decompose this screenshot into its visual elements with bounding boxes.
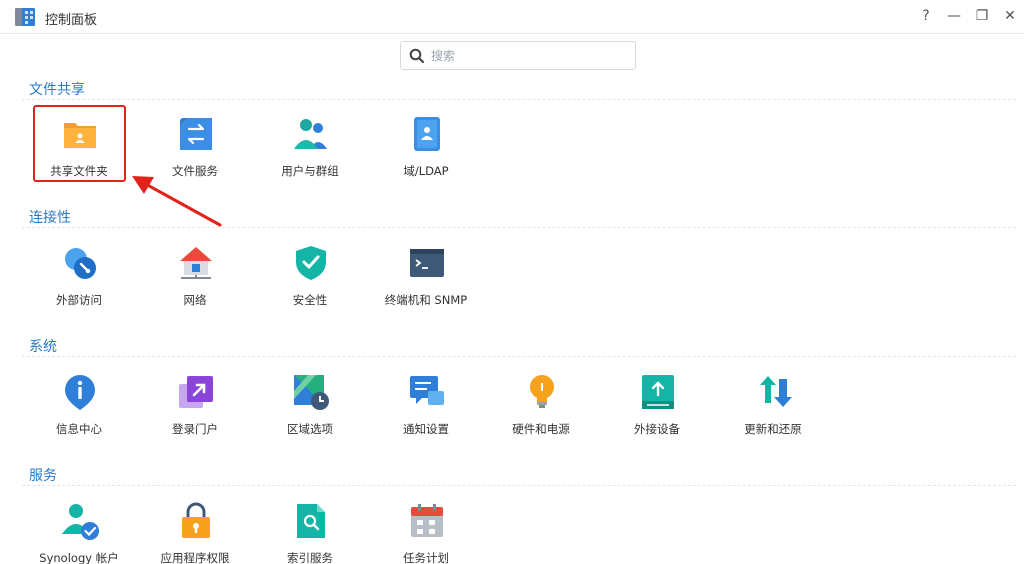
task-scheduler-icon xyxy=(411,504,443,537)
item-login-portal[interactable]: 登录门户 xyxy=(137,373,253,453)
item-label: 硬件和电源 xyxy=(512,422,570,436)
external-access-icon xyxy=(65,248,96,279)
login-portal-icon xyxy=(179,376,213,408)
section-divider xyxy=(22,227,1016,228)
item-info-center[interactable]: 信息中心 xyxy=(21,373,137,453)
item-domain-ldap[interactable]: 域/LDAP xyxy=(368,115,484,195)
item-indexing-service[interactable]: 索引服务 xyxy=(252,502,368,564)
search-input[interactable] xyxy=(431,46,627,66)
help-button[interactable]: ? xyxy=(916,6,936,26)
item-security[interactable]: 安全性 xyxy=(252,244,368,324)
hardware-power-icon xyxy=(530,375,554,408)
item-user-group[interactable]: 用户与群组 xyxy=(252,115,368,195)
item-label: 应用程序权限 xyxy=(160,551,230,564)
item-file-services[interactable]: 文件服务 xyxy=(137,115,253,195)
item-external-devices[interactable]: 外接设备 xyxy=(599,373,715,453)
item-label: 外部访问 xyxy=(56,293,102,307)
window-title: 控制面板 xyxy=(45,13,98,28)
item-terminal-snmp[interactable]: 终端机和 SNMP xyxy=(368,244,484,324)
item-label: 网络 xyxy=(183,293,207,307)
item-label: 文件服务 xyxy=(172,164,218,178)
item-label: 域/LDAP xyxy=(403,164,449,178)
item-label: 安全性 xyxy=(292,293,328,307)
item-external-access[interactable]: 外部访问 xyxy=(21,244,137,324)
item-label: 用户与群组 xyxy=(281,164,339,178)
item-label: 通知设置 xyxy=(403,422,449,436)
shared-folder-icon xyxy=(64,123,96,148)
item-label: 登录门户 xyxy=(172,422,218,436)
item-label: 终端机和 SNMP xyxy=(384,293,468,307)
section-title-services: 服务 xyxy=(29,468,57,484)
item-label: 索引服务 xyxy=(287,551,333,564)
synology-account-icon xyxy=(62,504,99,540)
item-update-restore[interactable]: 更新和还原 xyxy=(715,373,831,453)
item-label: 共享文件夹 xyxy=(50,164,108,178)
item-shared-folder[interactable]: 共享文件夹 xyxy=(21,115,137,195)
app-privileges-icon xyxy=(182,502,210,538)
item-notification[interactable]: 通知设置 xyxy=(368,373,484,453)
item-label: 外接设备 xyxy=(634,422,680,436)
external-devices-icon xyxy=(642,375,674,409)
search-box[interactable] xyxy=(400,41,636,70)
item-regional-options[interactable]: 区域选项 xyxy=(252,373,368,453)
notification-icon xyxy=(410,376,444,405)
item-hardware-power[interactable]: 硬件和电源 xyxy=(483,373,599,453)
regional-options-icon xyxy=(294,375,329,410)
item-task-scheduler[interactable]: 任务计划 xyxy=(368,502,484,564)
control-panel-app-icon xyxy=(15,8,35,26)
section-title-file-sharing: 文件共享 xyxy=(29,82,85,98)
indexing-service-icon xyxy=(297,504,325,538)
item-label: 任务计划 xyxy=(403,551,449,564)
network-icon xyxy=(180,247,212,279)
item-label: 更新和还原 xyxy=(744,422,802,436)
close-button[interactable]: ✕ xyxy=(1000,6,1020,26)
search-icon xyxy=(409,48,425,64)
item-label: 信息中心 xyxy=(56,422,102,436)
item-app-privileges[interactable]: 应用程序权限 xyxy=(137,502,253,564)
section-title-system: 系统 xyxy=(29,339,57,355)
section-title-connectivity: 连接性 xyxy=(29,210,71,226)
maximize-button[interactable]: ❐ xyxy=(972,6,992,26)
terminal-icon xyxy=(410,249,444,277)
item-label: Synology 帐户 xyxy=(39,551,119,564)
title-bar: 控制面板 ? — ❐ ✕ xyxy=(0,0,1024,34)
update-restore-icon xyxy=(760,376,792,407)
section-divider xyxy=(22,356,1016,357)
security-icon xyxy=(296,246,326,280)
item-label: 区域选项 xyxy=(287,422,333,436)
info-center-icon xyxy=(65,375,95,410)
section-divider xyxy=(22,485,1016,486)
domain-ldap-icon xyxy=(414,117,440,151)
minimize-button[interactable]: — xyxy=(944,6,964,26)
file-services-icon xyxy=(180,118,212,150)
item-synology-account[interactable]: Synology 帐户 xyxy=(21,502,137,564)
user-group-icon xyxy=(294,119,327,149)
section-divider xyxy=(22,99,1016,100)
item-network[interactable]: 网络 xyxy=(137,244,253,324)
